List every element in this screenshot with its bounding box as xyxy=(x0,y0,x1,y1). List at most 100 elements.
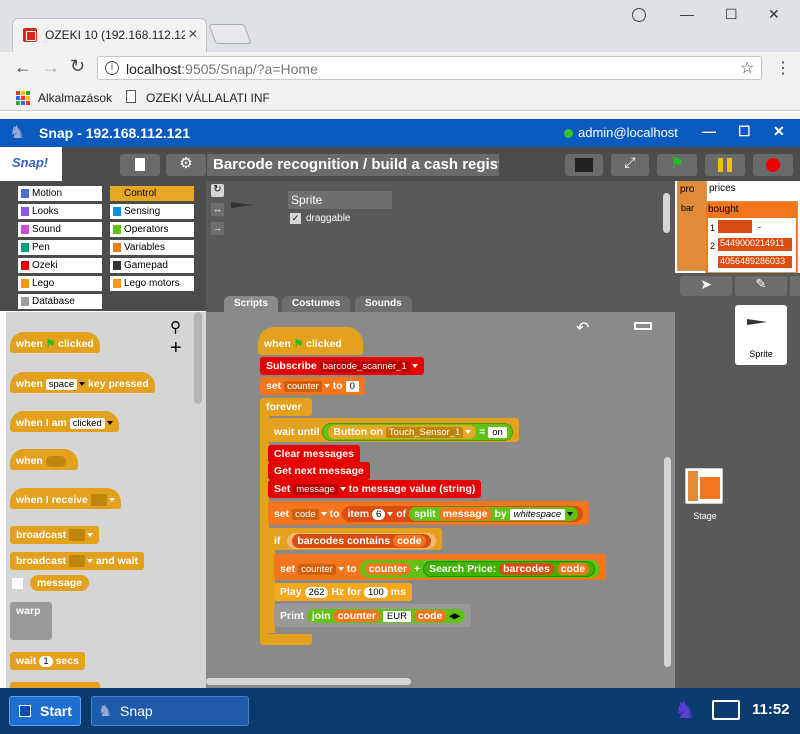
category-label: Looks xyxy=(32,206,59,217)
desktop-icon[interactable] xyxy=(712,700,740,720)
bookmark-star-icon[interactable]: ☆ xyxy=(740,58,754,78)
message-checkbox[interactable] xyxy=(12,578,23,589)
pause-button[interactable] xyxy=(705,154,745,176)
sprite-name-field[interactable]: Sprite xyxy=(288,191,392,209)
stop-button[interactable] xyxy=(753,154,793,176)
palette-when-i-am-block[interactable]: when I am clicked xyxy=(10,411,119,432)
browser-menu-icon[interactable]: ⋮ xyxy=(775,58,791,78)
tab-scripts[interactable]: Scripts xyxy=(224,296,278,312)
snap-minimize-icon[interactable]: — xyxy=(702,123,716,139)
category-label: Operators xyxy=(124,224,169,235)
stage-thumbnail[interactable] xyxy=(685,468,723,504)
taskbar-app-label: Snap xyxy=(120,703,153,719)
file-menu-button[interactable] xyxy=(120,154,160,176)
snap-close-icon[interactable]: ✕ xyxy=(773,123,785,140)
rotate-style-icon[interactable]: ↻ xyxy=(211,184,224,197)
set-counter-sum-block[interactable]: set counter to counter + Search Price: b… xyxy=(274,554,607,580)
bookmark-ozeki[interactable]: OZEKI VÁLLALATI INF xyxy=(146,91,270,105)
make-block-icon[interactable]: + xyxy=(170,338,182,358)
ozeki-robot-icon[interactable]: ♞ xyxy=(674,696,696,725)
get-next-message-block[interactable]: Get next message xyxy=(268,462,370,480)
palette-warp-block[interactable]: warp xyxy=(10,602,52,640)
category-lego-motors[interactable]: Lego motors xyxy=(110,276,194,291)
category-variables[interactable]: Variables xyxy=(110,240,194,255)
search-icon[interactable]: ⚲ xyxy=(170,318,181,336)
address-bar[interactable]: i localhost:9505/Snap/?a=Home ☆ xyxy=(97,56,762,80)
bought-watcher[interactable]: bought 1 - 2 5449000214911 4056489286033 xyxy=(705,201,798,273)
palette-when-receive-block[interactable]: when I receive xyxy=(10,488,121,510)
pro-watcher[interactable]: pro xyxy=(677,181,707,271)
tab-close-icon[interactable]: ✕ xyxy=(188,27,198,41)
palette-when-flag-block[interactable]: when ⚑ clicked xyxy=(10,332,100,353)
tab-sounds[interactable]: Sounds xyxy=(355,296,412,312)
subscribe-block[interactable]: Subscribe barcode_scanner_1 xyxy=(260,357,424,375)
palette-message-reporter[interactable]: message xyxy=(30,575,89,591)
category-ozeki[interactable]: Ozeki xyxy=(18,258,102,273)
arrows-icon[interactable]: ◂▸ xyxy=(449,610,460,622)
back-icon[interactable]: ← xyxy=(14,57,32,78)
if-block[interactable]: if barcodes contains code xyxy=(268,528,442,550)
account-icon[interactable] xyxy=(632,8,646,22)
print-block[interactable]: Print join counter EUR code ◂▸ xyxy=(274,604,471,627)
category-operators[interactable]: Operators xyxy=(110,222,194,237)
snap-maximize-icon[interactable]: ☐ xyxy=(738,123,751,140)
palette-when-generic-block[interactable]: when xyxy=(10,449,78,470)
category-label: Sound xyxy=(32,224,61,235)
camera-icon[interactable] xyxy=(790,276,800,296)
info-icon[interactable]: i xyxy=(105,61,119,75)
reload-icon[interactable]: ↻ xyxy=(70,56,85,77)
apps-grid-icon[interactable] xyxy=(16,91,30,105)
maximize-icon[interactable]: ☐ xyxy=(725,6,738,23)
draggable-checkbox[interactable]: ✓ xyxy=(290,213,301,224)
palette-scrollbar[interactable] xyxy=(194,312,202,404)
palette-broadcast-wait-block[interactable]: broadcast and wait xyxy=(10,552,145,571)
no-rotate-icon[interactable]: → xyxy=(211,222,224,235)
green-flag-button[interactable]: ⚑ xyxy=(657,154,697,176)
category-sensing[interactable]: Sensing xyxy=(110,204,194,219)
category-sound[interactable]: Sound xyxy=(18,222,102,237)
scripts-hscrollbar[interactable] xyxy=(206,678,411,685)
stage[interactable]: pro prices bar bought 1 - 2 544900021491… xyxy=(675,181,800,273)
turtle-button[interactable]: ➤ xyxy=(680,276,732,296)
palette-broadcast-block[interactable]: broadcast xyxy=(10,526,100,545)
new-tab-button[interactable] xyxy=(208,24,252,44)
play-tone-block[interactable]: Play 262 Hz for 100 ms xyxy=(274,583,412,601)
category-lego[interactable]: Lego xyxy=(18,276,102,291)
when-flag-hat-block[interactable]: when ⚑ clicked xyxy=(258,327,363,355)
category-motion[interactable]: Motion xyxy=(18,186,102,201)
palette-wait-block[interactable]: wait 1 secs xyxy=(10,652,85,670)
minimize-icon[interactable]: — xyxy=(680,6,694,22)
category-pen[interactable]: Pen xyxy=(18,240,102,255)
set-message-block[interactable]: Set message to message value (string) xyxy=(268,480,482,498)
bookmark-apps[interactable]: Alkalmazások xyxy=(38,91,112,105)
keyboard-icon[interactable] xyxy=(634,322,652,330)
sprite-bar-scrollbar[interactable] xyxy=(663,193,670,233)
category-gamepad[interactable]: Gamepad xyxy=(110,258,194,273)
paint-brush-icon[interactable]: ✎ xyxy=(735,276,787,296)
forward-icon[interactable]: → xyxy=(42,57,60,78)
close-window-icon[interactable]: ✕ xyxy=(768,6,780,23)
start-button[interactable]: Start xyxy=(9,696,81,726)
snap-logo[interactable]: Snap! xyxy=(0,147,62,181)
settings-button[interactable]: ⚙ xyxy=(166,154,206,176)
rotate-lr-icon[interactable]: ↔ xyxy=(211,203,224,216)
palette-when-key-block[interactable]: when space key pressed xyxy=(10,372,155,393)
taskbar-snap-app[interactable]: ♞ Snap xyxy=(91,696,249,726)
set-code-block[interactable]: set code to item 6 of split message by w… xyxy=(268,501,590,525)
browser-tab[interactable]: OZEKI 10 (192.168.112.12 ✕ xyxy=(12,18,207,52)
sprite-info-bar: ↻ ↔ → Sprite ✓ draggable xyxy=(206,181,675,312)
scripts-vscrollbar[interactable] xyxy=(664,457,671,667)
category-swatch xyxy=(113,279,121,288)
sprite-corral-item[interactable]: Sprite xyxy=(735,305,787,365)
stage-size-button[interactable] xyxy=(565,154,603,176)
category-control[interactable]: Control xyxy=(110,186,194,201)
wait-until-block[interactable]: wait until Button on Touch_Sensor_1 = on xyxy=(268,418,519,442)
tab-costumes[interactable]: Costumes xyxy=(282,296,351,312)
sprite-corral: ➤ ✎ Sprite Stage xyxy=(675,273,800,688)
category-database[interactable]: Database xyxy=(18,294,102,309)
category-looks[interactable]: Looks xyxy=(18,204,102,219)
fullscreen-button[interactable]: ⤢ xyxy=(611,154,649,176)
set-counter-block[interactable]: set counter to 0 xyxy=(260,377,365,395)
undo-icon[interactable]: ↶ xyxy=(576,318,589,338)
clear-messages-block[interactable]: Clear messages xyxy=(268,445,360,463)
